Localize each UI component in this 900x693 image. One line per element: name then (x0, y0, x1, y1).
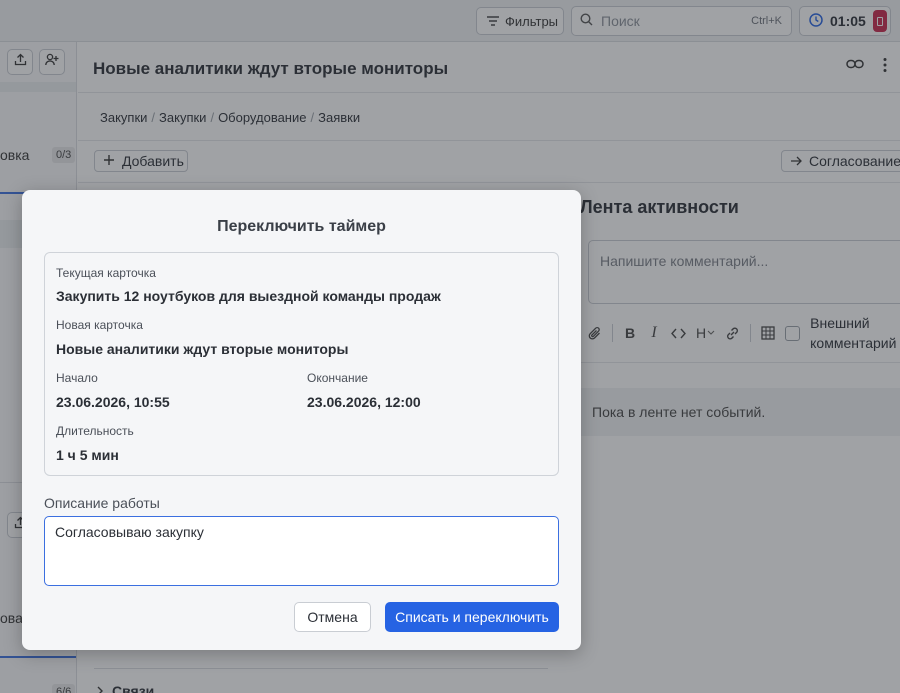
dialog-title: Переключить таймер (217, 218, 386, 235)
switch-timer-dialog: Переключить таймер Текущая карточка Заку… (22, 190, 581, 650)
end-value: 23.06.2026, 12:00 (307, 394, 421, 410)
log-and-switch-button[interactable]: Списать и переключить (385, 602, 559, 632)
current-card-label: Текущая карточка (56, 266, 156, 280)
start-label: Начало (56, 371, 98, 385)
duration-value: 1 ч 5 мин (56, 447, 119, 463)
timer-info-box: Текущая карточка Закупить 12 ноутбуков д… (44, 252, 559, 476)
cancel-button[interactable]: Отмена (294, 602, 371, 632)
work-description-label: Описание работы (44, 495, 160, 511)
work-description-input[interactable]: Согласовываю закупку (44, 516, 559, 586)
new-card-value: Новые аналитики ждут вторые мониторы (56, 341, 349, 357)
end-label: Окончание (307, 371, 368, 385)
start-value: 23.06.2026, 10:55 (56, 394, 170, 410)
duration-label: Длительность (56, 424, 134, 438)
current-card-value: Закупить 12 ноутбуков для выездной коман… (56, 288, 441, 304)
new-card-label: Новая карточка (56, 318, 143, 332)
